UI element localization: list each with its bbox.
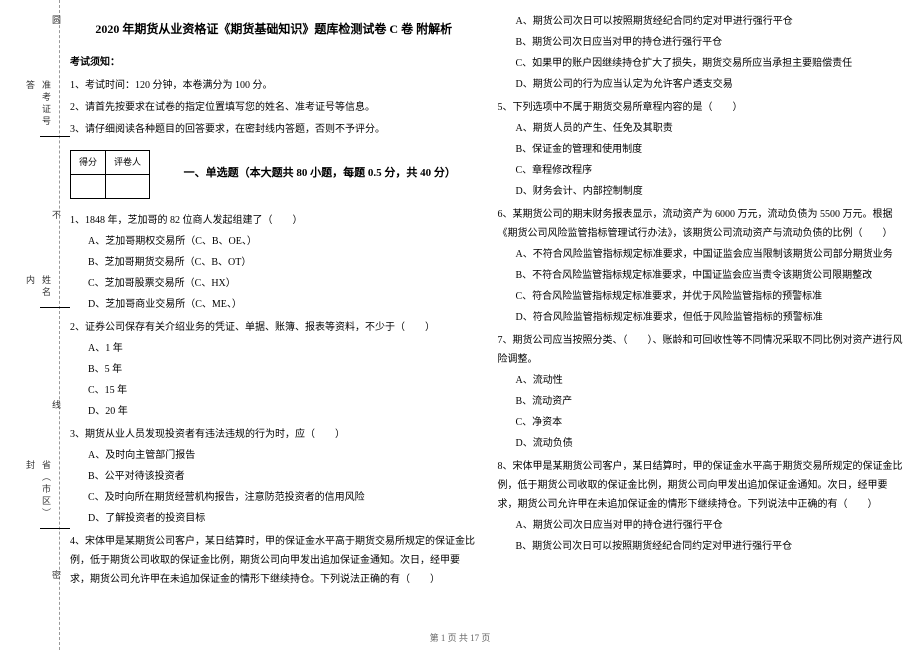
option: C、芝加哥股票交易所（C、HX） [88, 274, 478, 293]
right-column: A、期货公司次日可以按照期货经纪合同约定对甲进行强行平仓 B、期货公司次日应当对甲… [498, 10, 906, 620]
left-column: 2020 年期货从业资格证《期货基础知识》题库检测试卷 C 卷 附解析 考试须知… [70, 10, 478, 620]
option: B、期货公司次日应当对甲的持仓进行强行平仓 [516, 33, 906, 52]
option: A、及时向主管部门报告 [88, 446, 478, 465]
option: A、芝加哥期权交易所（C、B、OE、） [88, 232, 478, 251]
instruction: 1、考试时间：120 分钟，本卷满分为 100 分。 [70, 76, 478, 95]
option: A、1 年 [88, 339, 478, 358]
binding-text: 封 [24, 460, 37, 472]
option: D、20 年 [88, 402, 478, 421]
option: B、不符合风险监管指标规定标准要求，中国证监会应当责令该期货公司限期整改 [516, 266, 906, 285]
binding-text: 内 [24, 275, 37, 287]
question-stem: 3、期货从业人员发现投资者有违法违规的行为时，应（ ） [70, 425, 478, 444]
option: A、期货公司次日可以按照期货经纪合同约定对甲进行强行平仓 [516, 12, 906, 31]
option: D、期货公司的行为应当认定为允许客户透支交易 [516, 75, 906, 94]
option: B、期货公司次日可以按照期货经纪合同约定对甲进行强行平仓 [516, 537, 906, 556]
option: C、如果甲的账户因继续持仓扩大了损失，期货交易所应当承担主要赔偿责任 [516, 54, 906, 73]
instruction: 2、请首先按要求在试卷的指定位置填写您的姓名、准考证号等信息。 [70, 98, 478, 117]
option: C、净资本 [516, 413, 906, 432]
binding-margin: 圆 答 准考证号 不 内 姓名 线 封 省（市区） 密 [0, 0, 60, 650]
question-stem: 5、下列选项中不属于期货交易所章程内容的是（ ） [498, 98, 906, 117]
page-content: 2020 年期货从业资格证《期货基础知识》题库检测试卷 C 卷 附解析 考试须知… [70, 10, 905, 620]
instruction: 3、请仔细阅读各种题目的回答要求，在密封线内答题，否则不予评分。 [70, 120, 478, 139]
option: A、期货公司次日应当对甲的持仓进行强行平仓 [516, 516, 906, 535]
question-stem: 6、某期货公司的期末财务报表显示，流动资产为 6000 万元，流动负债为 550… [498, 205, 906, 243]
binding-text: 答 [24, 80, 37, 92]
option: B、公平对待该投资者 [88, 467, 478, 486]
option: C、及时向所在期货经营机构报告，注意防范投资者的信用风险 [88, 488, 478, 507]
question-stem: 8、宋体甲是某期货公司客户，某日结算时，甲的保证金水平高于期货交易所规定的保证金… [498, 457, 906, 514]
option: C、符合风险监管指标规定标准要求，并优于风险监管指标的预警标准 [516, 287, 906, 306]
blank-cell [106, 174, 150, 198]
grader-cell: 评卷人 [106, 150, 150, 174]
question-stem: 1、1848 年，芝加哥的 82 位商人发起组建了（ ） [70, 211, 478, 230]
option: D、了解投资者的投资目标 [88, 509, 478, 528]
option: D、符合风险监管指标规定标准要求，但低于风险监管指标的预警标准 [516, 308, 906, 327]
binding-text: 密 [50, 570, 63, 582]
notice-heading: 考试须知： [70, 53, 478, 72]
blank-cell [71, 174, 106, 198]
page-footer: 第 1 页 共 17 页 [0, 631, 920, 644]
question-stem: 7、期货公司应当按照分类、（ ）、账龄和可回收性等不同情况采取不同比例对资产进行… [498, 331, 906, 369]
option: B、保证金的管理和使用制度 [516, 140, 906, 159]
option: D、流动负债 [516, 434, 906, 453]
option: A、不符合风险监管指标规定标准要求，中国证监会应当限制该期货公司部分期货业务 [516, 245, 906, 264]
question-stem: 4、宋体甲是某期货公司客户，某日结算时，甲的保证金水平高于期货交易所规定的保证金… [70, 532, 478, 589]
option: D、芝加哥商业交易所（C、ME、） [88, 295, 478, 314]
option: A、期货人员的产生、任免及其职责 [516, 119, 906, 138]
option: B、芝加哥期货交易所（C、B、OT） [88, 253, 478, 272]
binding-text: 省（市区） [40, 460, 70, 529]
binding-text: 姓名 [40, 275, 70, 308]
option: C、章程修改程序 [516, 161, 906, 180]
part-title: 一、单选题（本大题共 80 小题，每题 0.5 分，共 40 分） [162, 163, 477, 184]
binding-text: 圆 [50, 15, 63, 27]
option: B、5 年 [88, 360, 478, 379]
option: C、15 年 [88, 381, 478, 400]
score-cell: 得分 [71, 150, 106, 174]
binding-text: 线 [50, 400, 63, 412]
score-table: 得分 评卷人 [70, 150, 150, 199]
option: D、财务会计、内部控制制度 [516, 182, 906, 201]
option: A、流动性 [516, 371, 906, 390]
question-stem: 2、证券公司保存有关介绍业务的凭证、单据、账簿、报表等资料，不少于（ ） [70, 318, 478, 337]
option: B、流动资产 [516, 392, 906, 411]
binding-text: 不 [50, 210, 63, 222]
exam-title: 2020 年期货从业资格证《期货基础知识》题库检测试卷 C 卷 附解析 [70, 18, 478, 41]
binding-text: 准考证号 [40, 80, 70, 137]
